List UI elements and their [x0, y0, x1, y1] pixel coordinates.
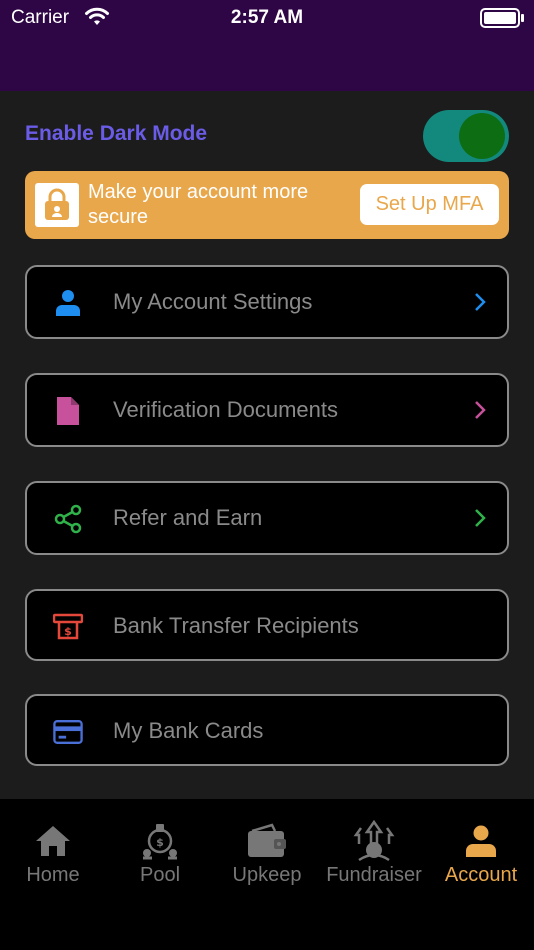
- toggle-knob: [459, 113, 505, 159]
- dark-mode-row: Enable Dark Mode: [25, 110, 509, 171]
- person-icon: [53, 288, 83, 318]
- chevron-right-icon: [471, 507, 489, 529]
- tab-label: Upkeep: [232, 864, 302, 886]
- bank-transfer-icon: $: [53, 612, 83, 642]
- dark-mode-toggle[interactable]: [423, 110, 509, 162]
- menu-item-label: Verification Documents: [113, 397, 338, 422]
- menu-item-refer-and-earn[interactable]: Refer and Earn: [25, 481, 509, 555]
- tab-home[interactable]: Home: [0, 819, 106, 889]
- wallet-icon: [214, 819, 320, 863]
- chevron-right-icon: [471, 399, 489, 421]
- share-icon: [53, 504, 83, 534]
- tab-upkeep[interactable]: Upkeep: [214, 819, 320, 889]
- home-icon: [0, 819, 106, 863]
- menu-item-label: My Bank Cards: [113, 718, 264, 743]
- mfa-banner: Make your account more secure Set Up MFA: [25, 171, 509, 239]
- svg-text:$: $: [156, 836, 164, 849]
- tab-account[interactable]: Account: [428, 819, 534, 889]
- menu-item-label: Refer and Earn: [113, 505, 263, 530]
- tab-fundraiser[interactable]: Fundraiser: [321, 819, 427, 889]
- menu-item-verification-documents[interactable]: Verification Documents: [25, 373, 509, 447]
- menu-item-bank-transfer-recipients[interactable]: $ Bank Transfer Recipients: [25, 589, 509, 661]
- credit-card-icon: [53, 717, 83, 747]
- battery-icon: [480, 8, 524, 33]
- tab-label: Home: [26, 864, 80, 886]
- svg-text:$: $: [64, 625, 72, 638]
- account-content: Enable Dark Mode Make your account more …: [0, 91, 534, 799]
- tab-label: Fundraiser: [326, 864, 422, 886]
- setup-mfa-button[interactable]: Set Up MFA: [360, 184, 499, 225]
- clock: 2:57 AM: [230, 7, 304, 28]
- status-bar: Carrier 2:57 AM: [0, 0, 534, 36]
- tab-pool[interactable]: $ Pool: [107, 819, 213, 889]
- menu-item-label: My Account Settings: [113, 289, 313, 314]
- document-icon: [53, 396, 83, 426]
- menu-item-label: Bank Transfer Recipients: [113, 613, 359, 638]
- navigation-bar: [0, 36, 534, 91]
- pool-icon: $: [107, 819, 213, 863]
- lock-icon: [35, 183, 79, 227]
- tab-label: Pool: [139, 864, 181, 886]
- tab-label: Account: [444, 864, 518, 886]
- dark-mode-label: Enable Dark Mode: [25, 122, 208, 145]
- tab-bar: Home $ Pool Upkeep Fundraiser Account: [0, 799, 534, 950]
- account-icon: [428, 819, 534, 863]
- fundraiser-icon: [321, 819, 427, 863]
- chevron-right-icon: [471, 291, 489, 313]
- menu-item-my-bank-cards[interactable]: My Bank Cards: [25, 694, 509, 766]
- mfa-message: Make your account more secure: [88, 181, 309, 228]
- menu-item-account-settings[interactable]: My Account Settings: [25, 265, 509, 339]
